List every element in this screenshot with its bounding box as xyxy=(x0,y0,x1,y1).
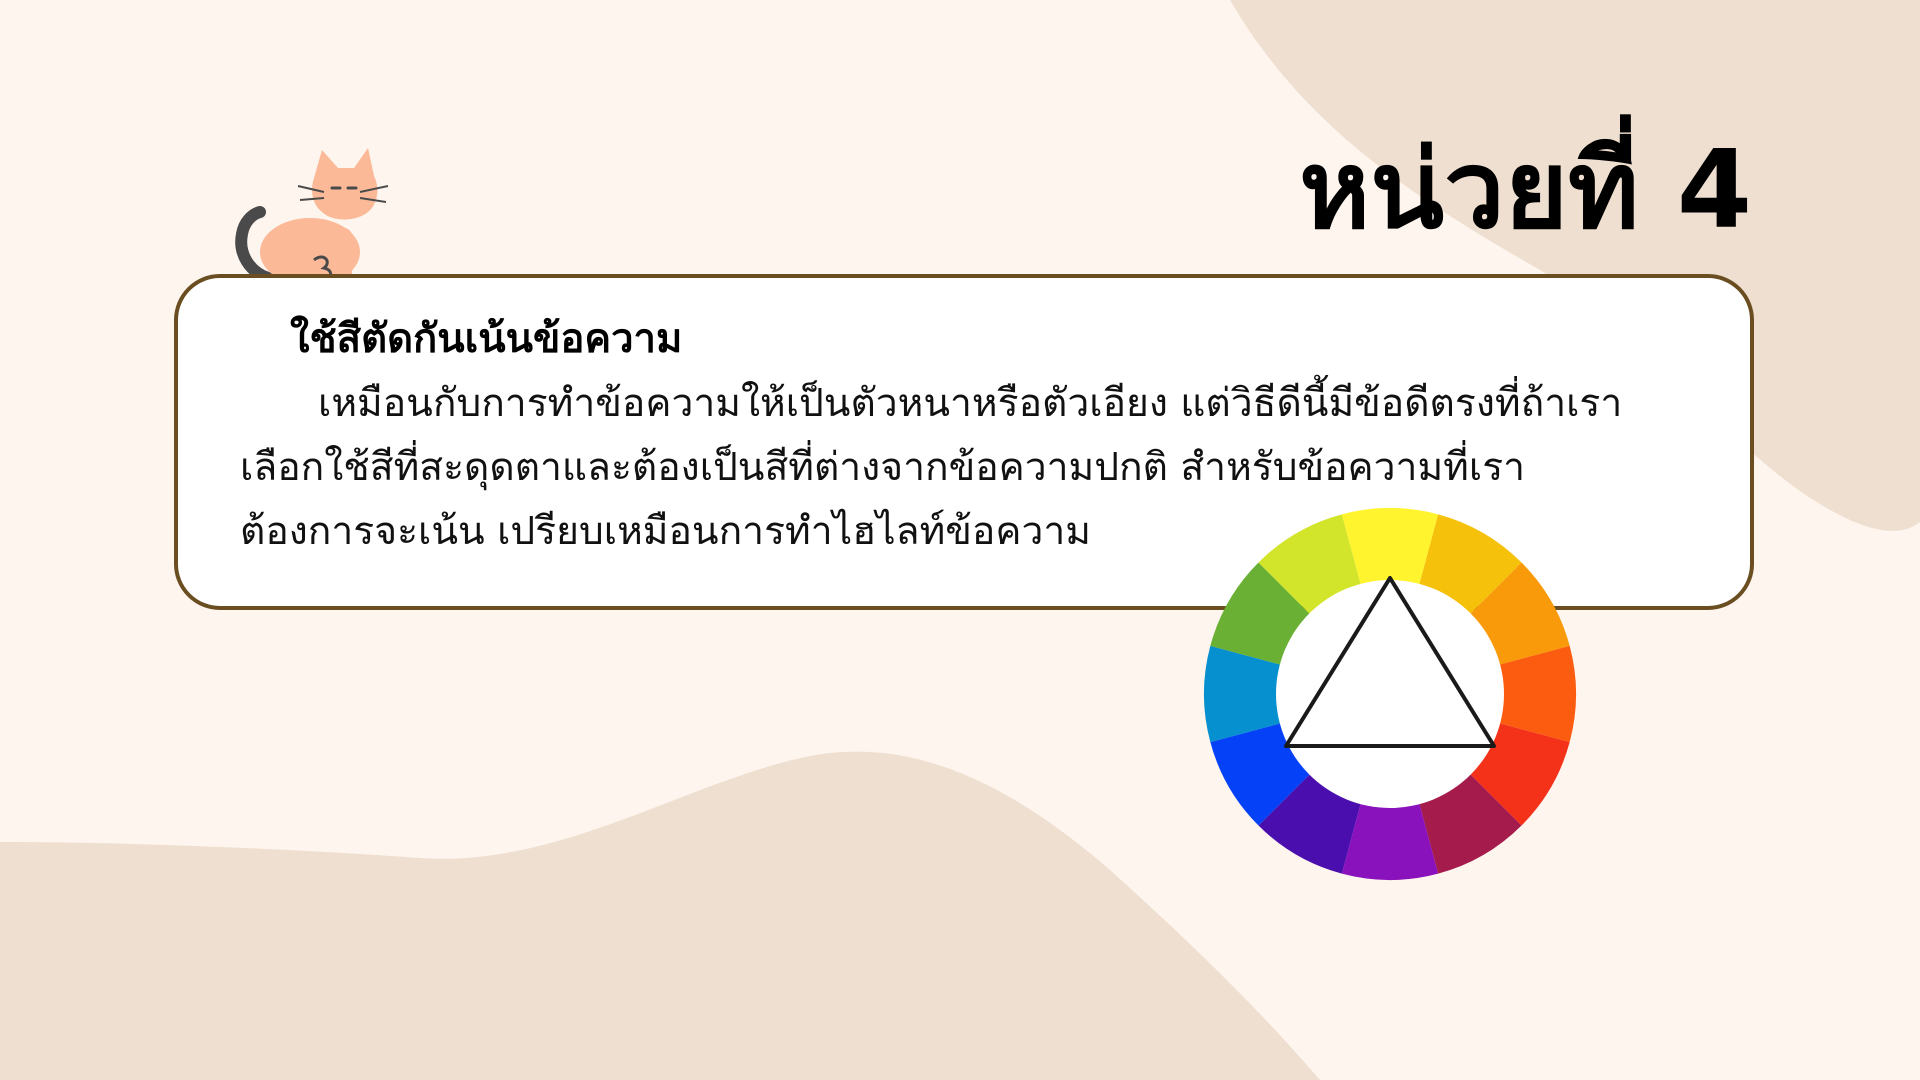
card-body-line: เลือกใช้สีที่สะดุดตาและต้องเป็นสีที่ต่าง… xyxy=(240,445,1526,490)
card-heading: ใช้สีตัดกันเน้นข้อความ xyxy=(290,316,683,362)
slide-title: หน่วยที่ 4 xyxy=(1299,128,1752,253)
card-body-line: เหมือนกับการทำข้อความให้เป็นตัวหนาหรือตั… xyxy=(318,381,1623,426)
cat-front-leg xyxy=(332,228,352,280)
color-wheel-icon xyxy=(1204,508,1576,880)
background-blob-bottom xyxy=(0,751,1320,1080)
cat-icon xyxy=(235,148,389,280)
cat-head xyxy=(312,148,378,220)
